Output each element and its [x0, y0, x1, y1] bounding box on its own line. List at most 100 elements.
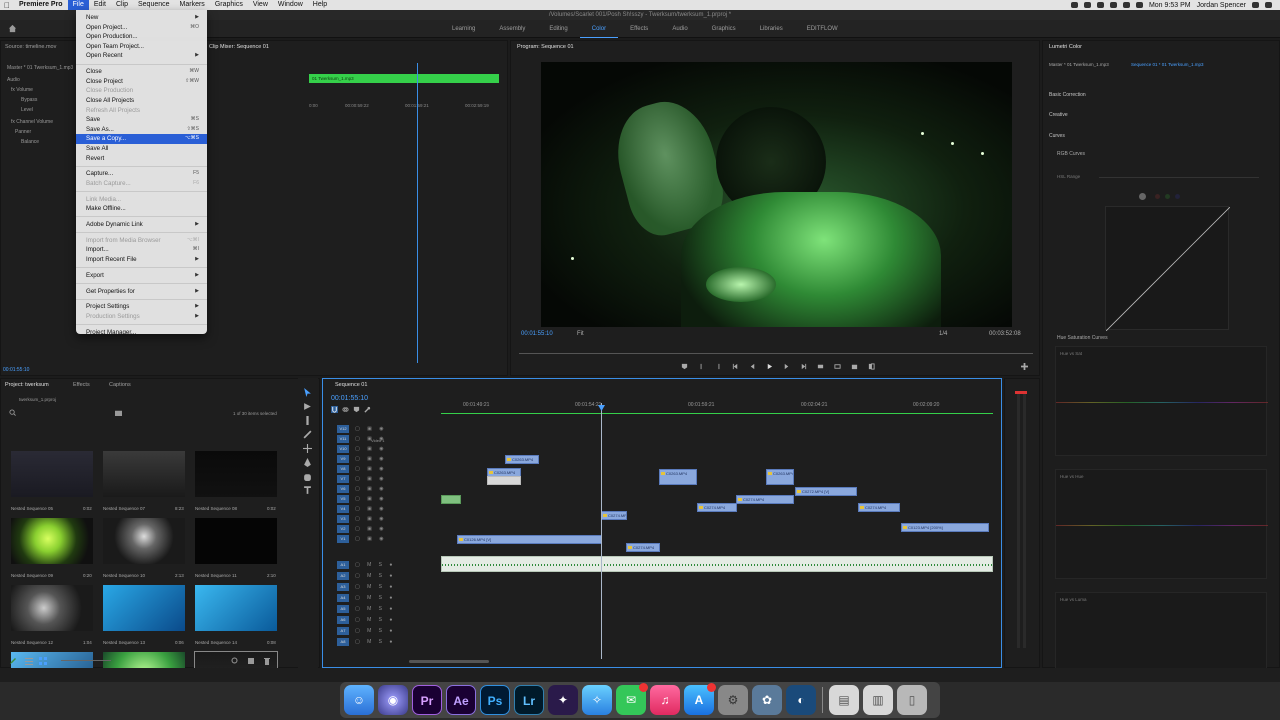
music-icon[interactable]: ♫ — [650, 685, 680, 715]
safari-icon[interactable]: ✧ — [582, 685, 612, 715]
user-name[interactable]: Jordan Spencer — [1197, 2, 1246, 9]
track-toggle-icons[interactable]: ▢ M S ● — [355, 628, 395, 634]
timeline-clip[interactable]: C0272.MP4 [V] — [795, 487, 857, 496]
track-toggle-icons[interactable]: ▢ M S ● — [355, 639, 395, 645]
utility-app-icon[interactable]: ✿ — [752, 685, 782, 715]
rgb-channel-green[interactable] — [1165, 194, 1170, 199]
trash-icon[interactable]: ▯ — [897, 685, 927, 715]
menu-item-open-project[interactable]: Open Project... ⌘O — [76, 23, 207, 33]
track-header[interactable]: V6 ▢ ▣ ◉ — [329, 485, 439, 494]
premiere-pro-icon[interactable]: Pr — [412, 685, 442, 715]
track-toggle-icons[interactable]: ▢ ▣ ◉ — [355, 526, 387, 532]
workspace-tab-editflow[interactable]: EDITFLOW — [795, 20, 850, 38]
menu-window[interactable]: Window — [273, 0, 308, 10]
mark-in-icon[interactable] — [698, 363, 705, 370]
track-header[interactable]: V1 ▢ ▣ ◉ — [329, 535, 439, 544]
tab-program[interactable]: Program: Sequence 01 — [517, 41, 574, 53]
home-icon[interactable] — [8, 24, 17, 33]
menu-view[interactable]: View — [248, 0, 273, 10]
fx-row-level[interactable]: Level — [21, 107, 33, 113]
workspace-tab-graphics[interactable]: Graphics — [700, 20, 748, 38]
wifi-icon[interactable] — [1109, 2, 1117, 8]
audio-clip-a1[interactable] — [441, 556, 993, 572]
track-toggle-icons[interactable]: ▢ ▣ ◉ — [355, 446, 387, 452]
lightroom-icon[interactable]: Lr — [514, 685, 544, 715]
menu-item-open-production[interactable]: Open Production... — [76, 32, 207, 42]
menu-item-adobe-dynamic-link[interactable]: Adobe Dynamic Link ▶ — [76, 220, 207, 230]
menu-item-import-from-media-browser[interactable]: Import from Media Browser ⌥⌘I — [76, 236, 207, 246]
track-toggle-icons[interactable]: ▢ ▣ ◉ — [355, 496, 387, 502]
menu-item-revert[interactable]: Revert — [76, 154, 207, 164]
track-header[interactable]: V4 ▢ ▣ ◉ — [329, 505, 439, 514]
track-header[interactable]: V7 ▢ ▣ ◉ — [329, 475, 439, 484]
menu-item-open-team-project[interactable]: Open Team Project... — [76, 42, 207, 52]
settings-wrench-icon[interactable] — [364, 406, 371, 413]
track-label[interactable]: V1 — [337, 535, 349, 543]
tab-project[interactable]: Project: twerksum — [5, 379, 49, 391]
step-forward-icon[interactable] — [783, 363, 790, 370]
program-scrub-bar[interactable] — [519, 353, 1033, 354]
menu-item-make-offline[interactable]: Make Offline... — [76, 204, 207, 214]
downloads-folder-icon[interactable]: ▥ — [863, 685, 893, 715]
track-label[interactable]: A5 — [337, 605, 349, 613]
track-header[interactable]: V5 ▢ ▣ ◉ — [329, 495, 439, 504]
track-header[interactable]: A3 ▢ M S ● — [329, 583, 439, 592]
track-label[interactable]: A8 — [337, 638, 349, 646]
track-label[interactable]: A7 — [337, 627, 349, 635]
track-toggle-icons[interactable]: ▢ M S ● — [355, 617, 395, 623]
track-toggle-icons[interactable]: ▢ ▣ ◉ — [355, 426, 387, 432]
workspace-tab-effects[interactable]: Effects — [618, 20, 660, 38]
menu-markers[interactable]: Markers — [175, 0, 210, 10]
menu-item-save[interactable]: Save ⌘S — [76, 115, 207, 125]
lumetri-master[interactable]: Master * 01 Twerksum_1.mp3 — [1049, 62, 1109, 67]
tab-effects[interactable]: Effects — [73, 379, 90, 391]
track-toggle-icons[interactable]: ▢ ▣ ◉ — [355, 506, 387, 512]
track-label[interactable]: V3 — [337, 515, 349, 523]
timeline-clip[interactable]: C0263.MP4 — [659, 469, 697, 485]
workspace-tab-color[interactable]: Color — [579, 20, 619, 38]
project-thumbnail[interactable] — [195, 451, 277, 497]
workspace-tab-audio[interactable]: Audio — [660, 20, 699, 38]
program-timecode[interactable]: 00:01:55:10 — [521, 331, 553, 337]
track-header[interactable]: A1 ▢ M S ● — [329, 561, 439, 570]
work-area-bar[interactable] — [441, 413, 993, 414]
track-label[interactable]: V8 — [337, 465, 349, 473]
fx-row-bypass[interactable]: Bypass — [21, 97, 37, 103]
quality-dropdown[interactable]: 1/4 — [939, 331, 947, 337]
finder-icon[interactable]: ☺ — [344, 685, 374, 715]
rgb-channel-red[interactable] — [1155, 194, 1160, 199]
pen-tool-icon[interactable] — [303, 458, 312, 467]
menu-graphics[interactable]: Graphics — [210, 0, 248, 10]
list-view-icon[interactable] — [25, 657, 33, 665]
track-label[interactable]: A4 — [337, 594, 349, 602]
hue-saturation-curves-label[interactable]: Hue Saturation Curves — [1057, 335, 1108, 341]
razor-tool-icon[interactable] — [303, 430, 312, 439]
track-label[interactable]: V10 — [337, 445, 349, 453]
selection-tool-icon[interactable] — [303, 388, 312, 397]
menu-item-save-all[interactable]: Save All — [76, 144, 207, 154]
menu-item-project-manager[interactable]: Project Manager... — [76, 328, 207, 338]
go-to-in-icon[interactable] — [732, 363, 739, 370]
fx-row-balance[interactable]: Balance — [21, 139, 39, 145]
track-select-tool-icon[interactable] — [303, 402, 312, 411]
step-back-icon[interactable] — [749, 363, 756, 370]
track-label[interactable]: A3 — [337, 583, 349, 591]
menu-item-save-a-copy[interactable]: Save a Copy... ⌥⌘S — [76, 134, 207, 144]
timeline-playhead[interactable] — [601, 403, 602, 659]
notification-icon[interactable] — [1265, 2, 1272, 8]
extract-icon[interactable] — [834, 363, 841, 370]
track-toggle-icons[interactable]: ▢ ▣ ◉ — [355, 486, 387, 492]
menu-help[interactable]: Help — [308, 0, 332, 10]
type-tool-icon[interactable] — [303, 486, 312, 495]
new-item-icon[interactable] — [247, 657, 255, 665]
fx-row-channel-volume[interactable]: fx Channel Volume — [11, 119, 53, 125]
timeline-timecode[interactable]: 00:01:55:10 — [331, 395, 368, 402]
hand-tool-icon[interactable] — [303, 472, 312, 481]
track-label[interactable]: V11 — [337, 435, 349, 443]
timeline-clip[interactable]: C0263.MP4 — [505, 455, 539, 464]
menu-file[interactable]: File — [67, 0, 89, 10]
hue-vs-sat-graph[interactable]: Hue vs Sat — [1055, 346, 1268, 456]
mark-out-icon[interactable] — [715, 363, 722, 370]
track-label[interactable]: A6 — [337, 616, 349, 624]
find-icon[interactable] — [231, 657, 239, 665]
